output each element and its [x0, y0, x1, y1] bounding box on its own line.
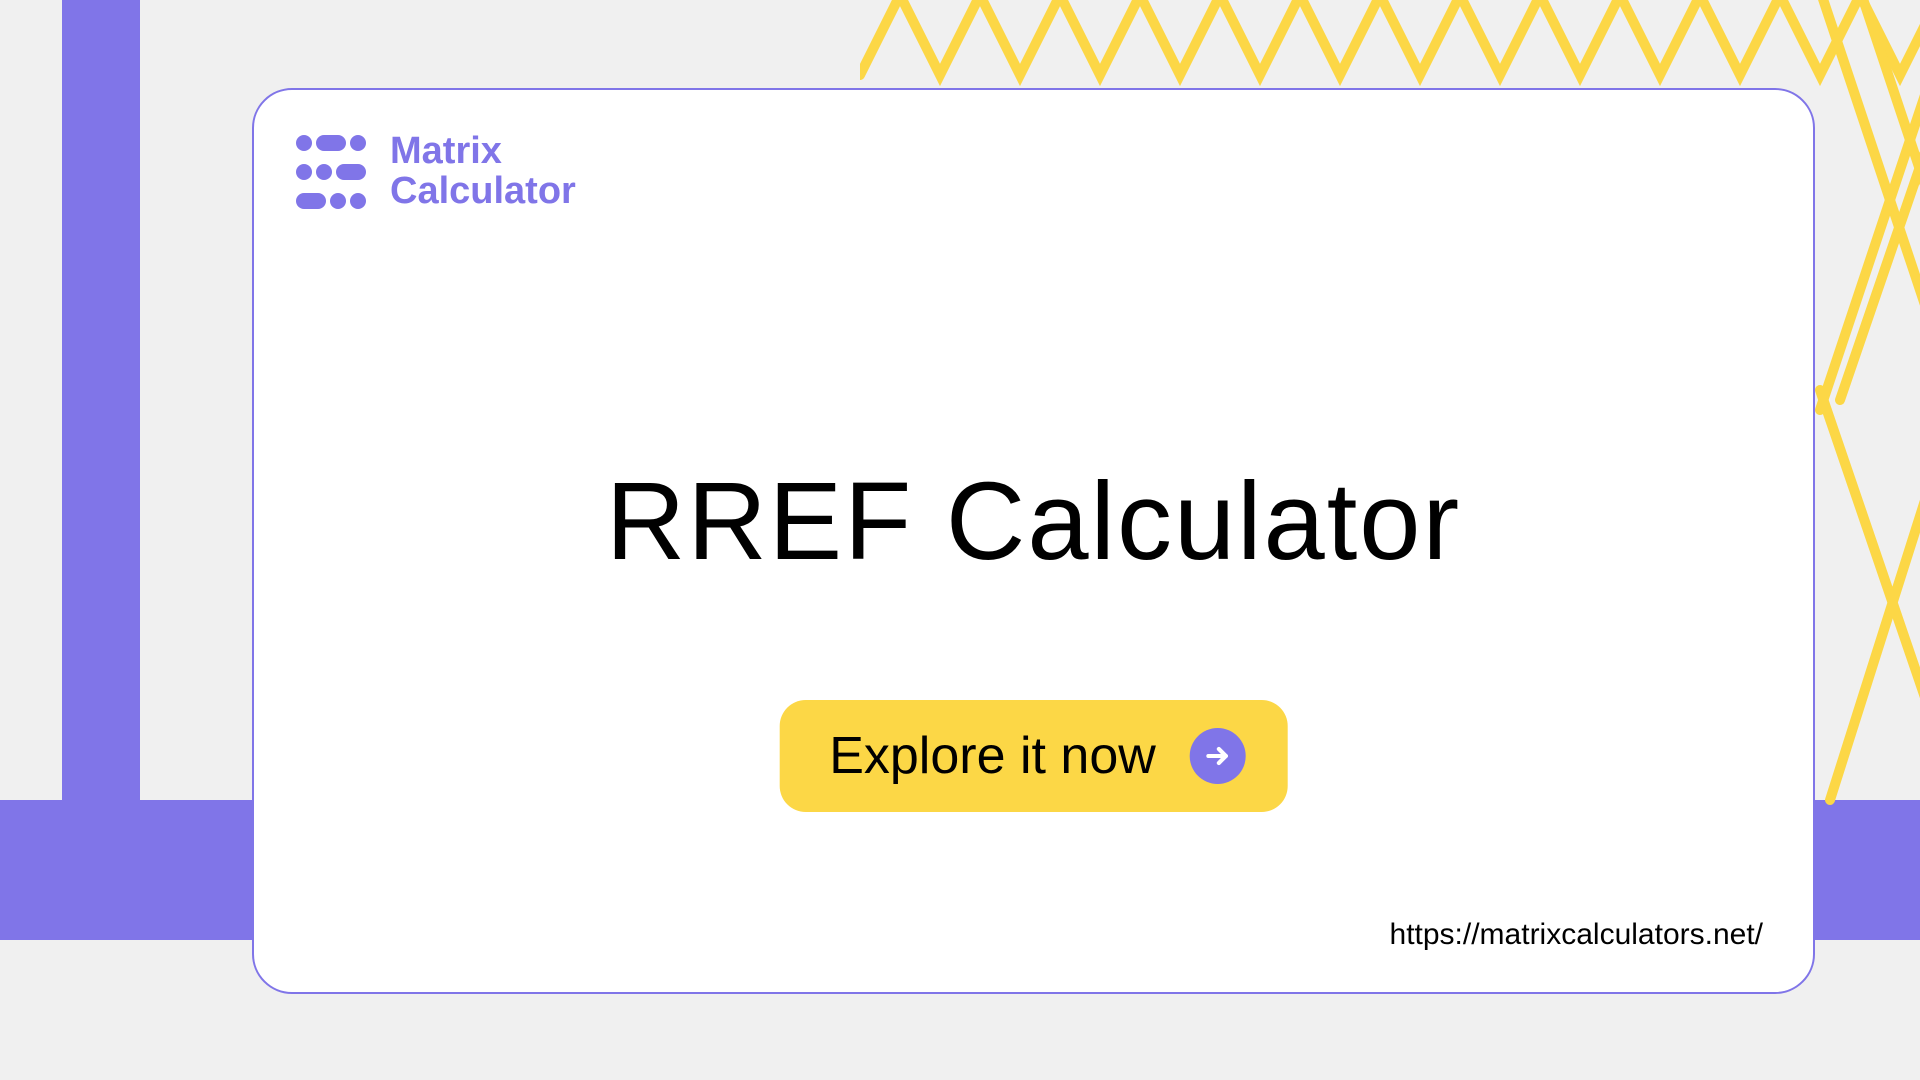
main-card: Matrix Calculator RREF Calculator Explor… [252, 88, 1815, 994]
explore-button[interactable]: Explore it now [779, 700, 1288, 812]
background-vertical-stripe [62, 0, 140, 940]
matrix-dots-icon [294, 133, 374, 211]
arrow-right-icon [1190, 728, 1246, 784]
brand-name: Matrix Calculator [390, 132, 576, 212]
brand-name-line2: Calculator [390, 172, 576, 212]
brand-name-line1: Matrix [390, 132, 576, 172]
page-title: RREF Calculator [606, 458, 1461, 585]
site-url: https://matrixcalculators.net/ [1390, 918, 1763, 952]
brand-logo: Matrix Calculator [294, 132, 576, 212]
explore-button-label: Explore it now [829, 726, 1156, 786]
